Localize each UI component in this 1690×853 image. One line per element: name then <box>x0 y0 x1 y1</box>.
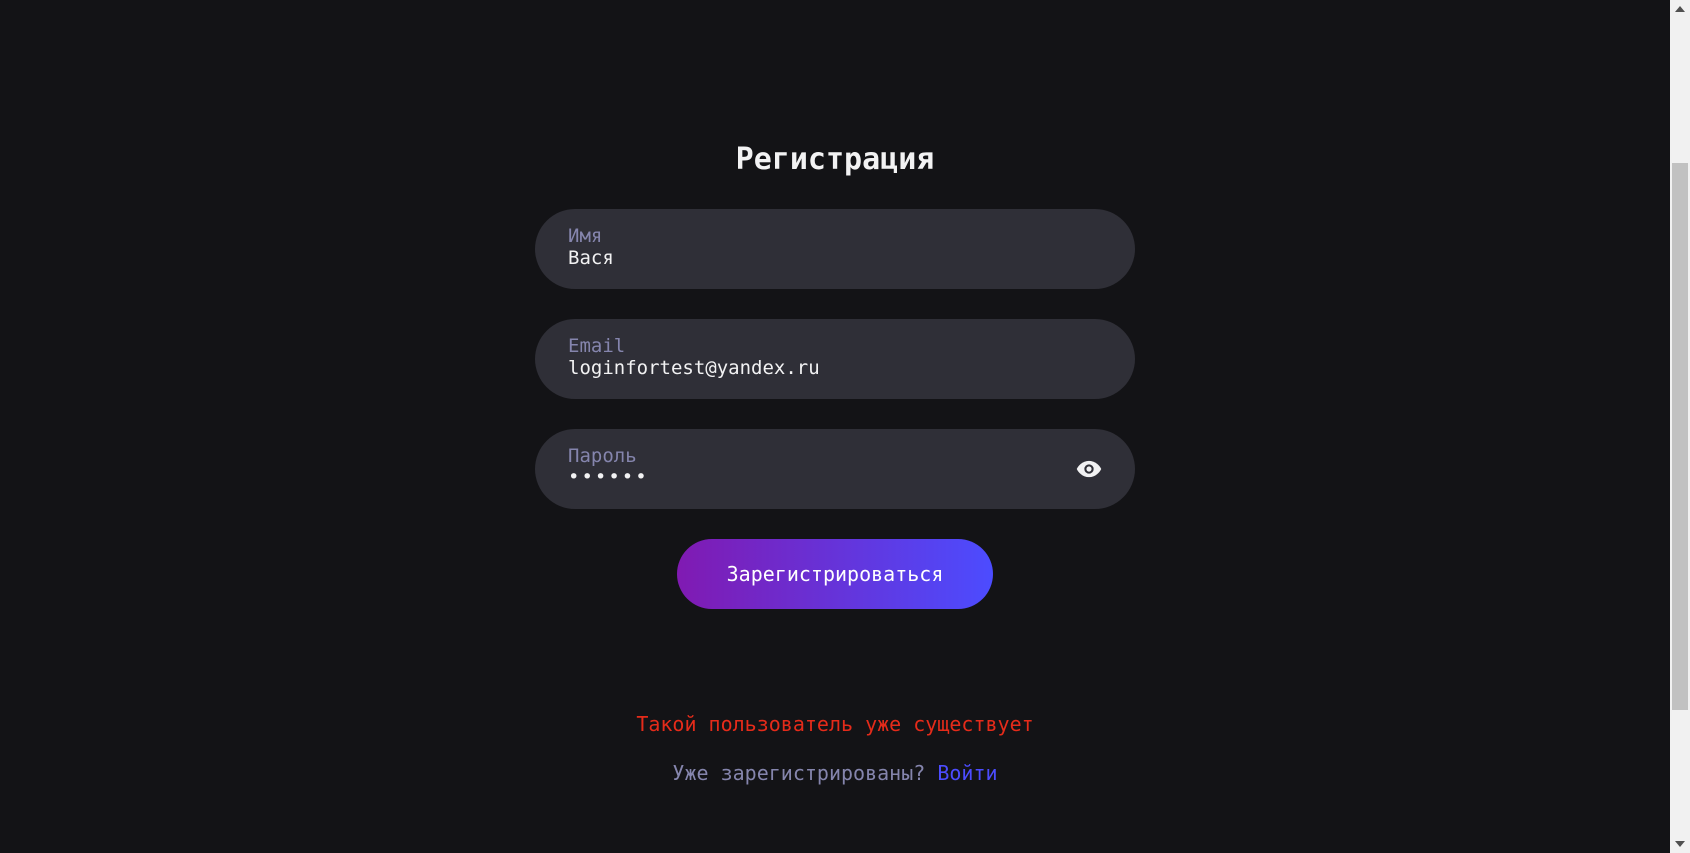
login-prompt-text: Уже зарегистрированы? <box>672 761 926 785</box>
scrollbar-thumb[interactable] <box>1672 163 1688 710</box>
name-field-label: Имя <box>568 225 603 247</box>
register-button[interactable]: Зарегистрироваться <box>677 539 993 609</box>
scroll-up-arrow-icon[interactable] <box>1670 0 1690 18</box>
email-field[interactable]: Email loginfortest@yandex.ru <box>535 319 1135 399</box>
login-link[interactable]: Войти <box>937 761 997 785</box>
password-field-value[interactable]: •••••• <box>568 465 649 489</box>
vertical-scrollbar[interactable] <box>1670 0 1690 853</box>
name-field[interactable]: Имя Вася <box>535 209 1135 289</box>
page-title: Регистрация <box>735 142 935 177</box>
email-field-label: Email <box>568 335 626 357</box>
scroll-down-arrow-icon[interactable] <box>1670 835 1690 853</box>
name-field-value[interactable]: Вася <box>568 246 614 270</box>
email-field-value[interactable]: loginfortest@yandex.ru <box>568 356 820 380</box>
registration-page: Регистрация Имя Вася Email loginfortest@… <box>0 0 1670 853</box>
error-message: Такой пользователь уже существует <box>636 712 1034 736</box>
password-field[interactable]: Пароль •••••• <box>535 429 1135 509</box>
login-prompt: Уже зарегистрированы? Войти <box>0 760 1670 786</box>
eye-icon[interactable] <box>1075 455 1103 483</box>
